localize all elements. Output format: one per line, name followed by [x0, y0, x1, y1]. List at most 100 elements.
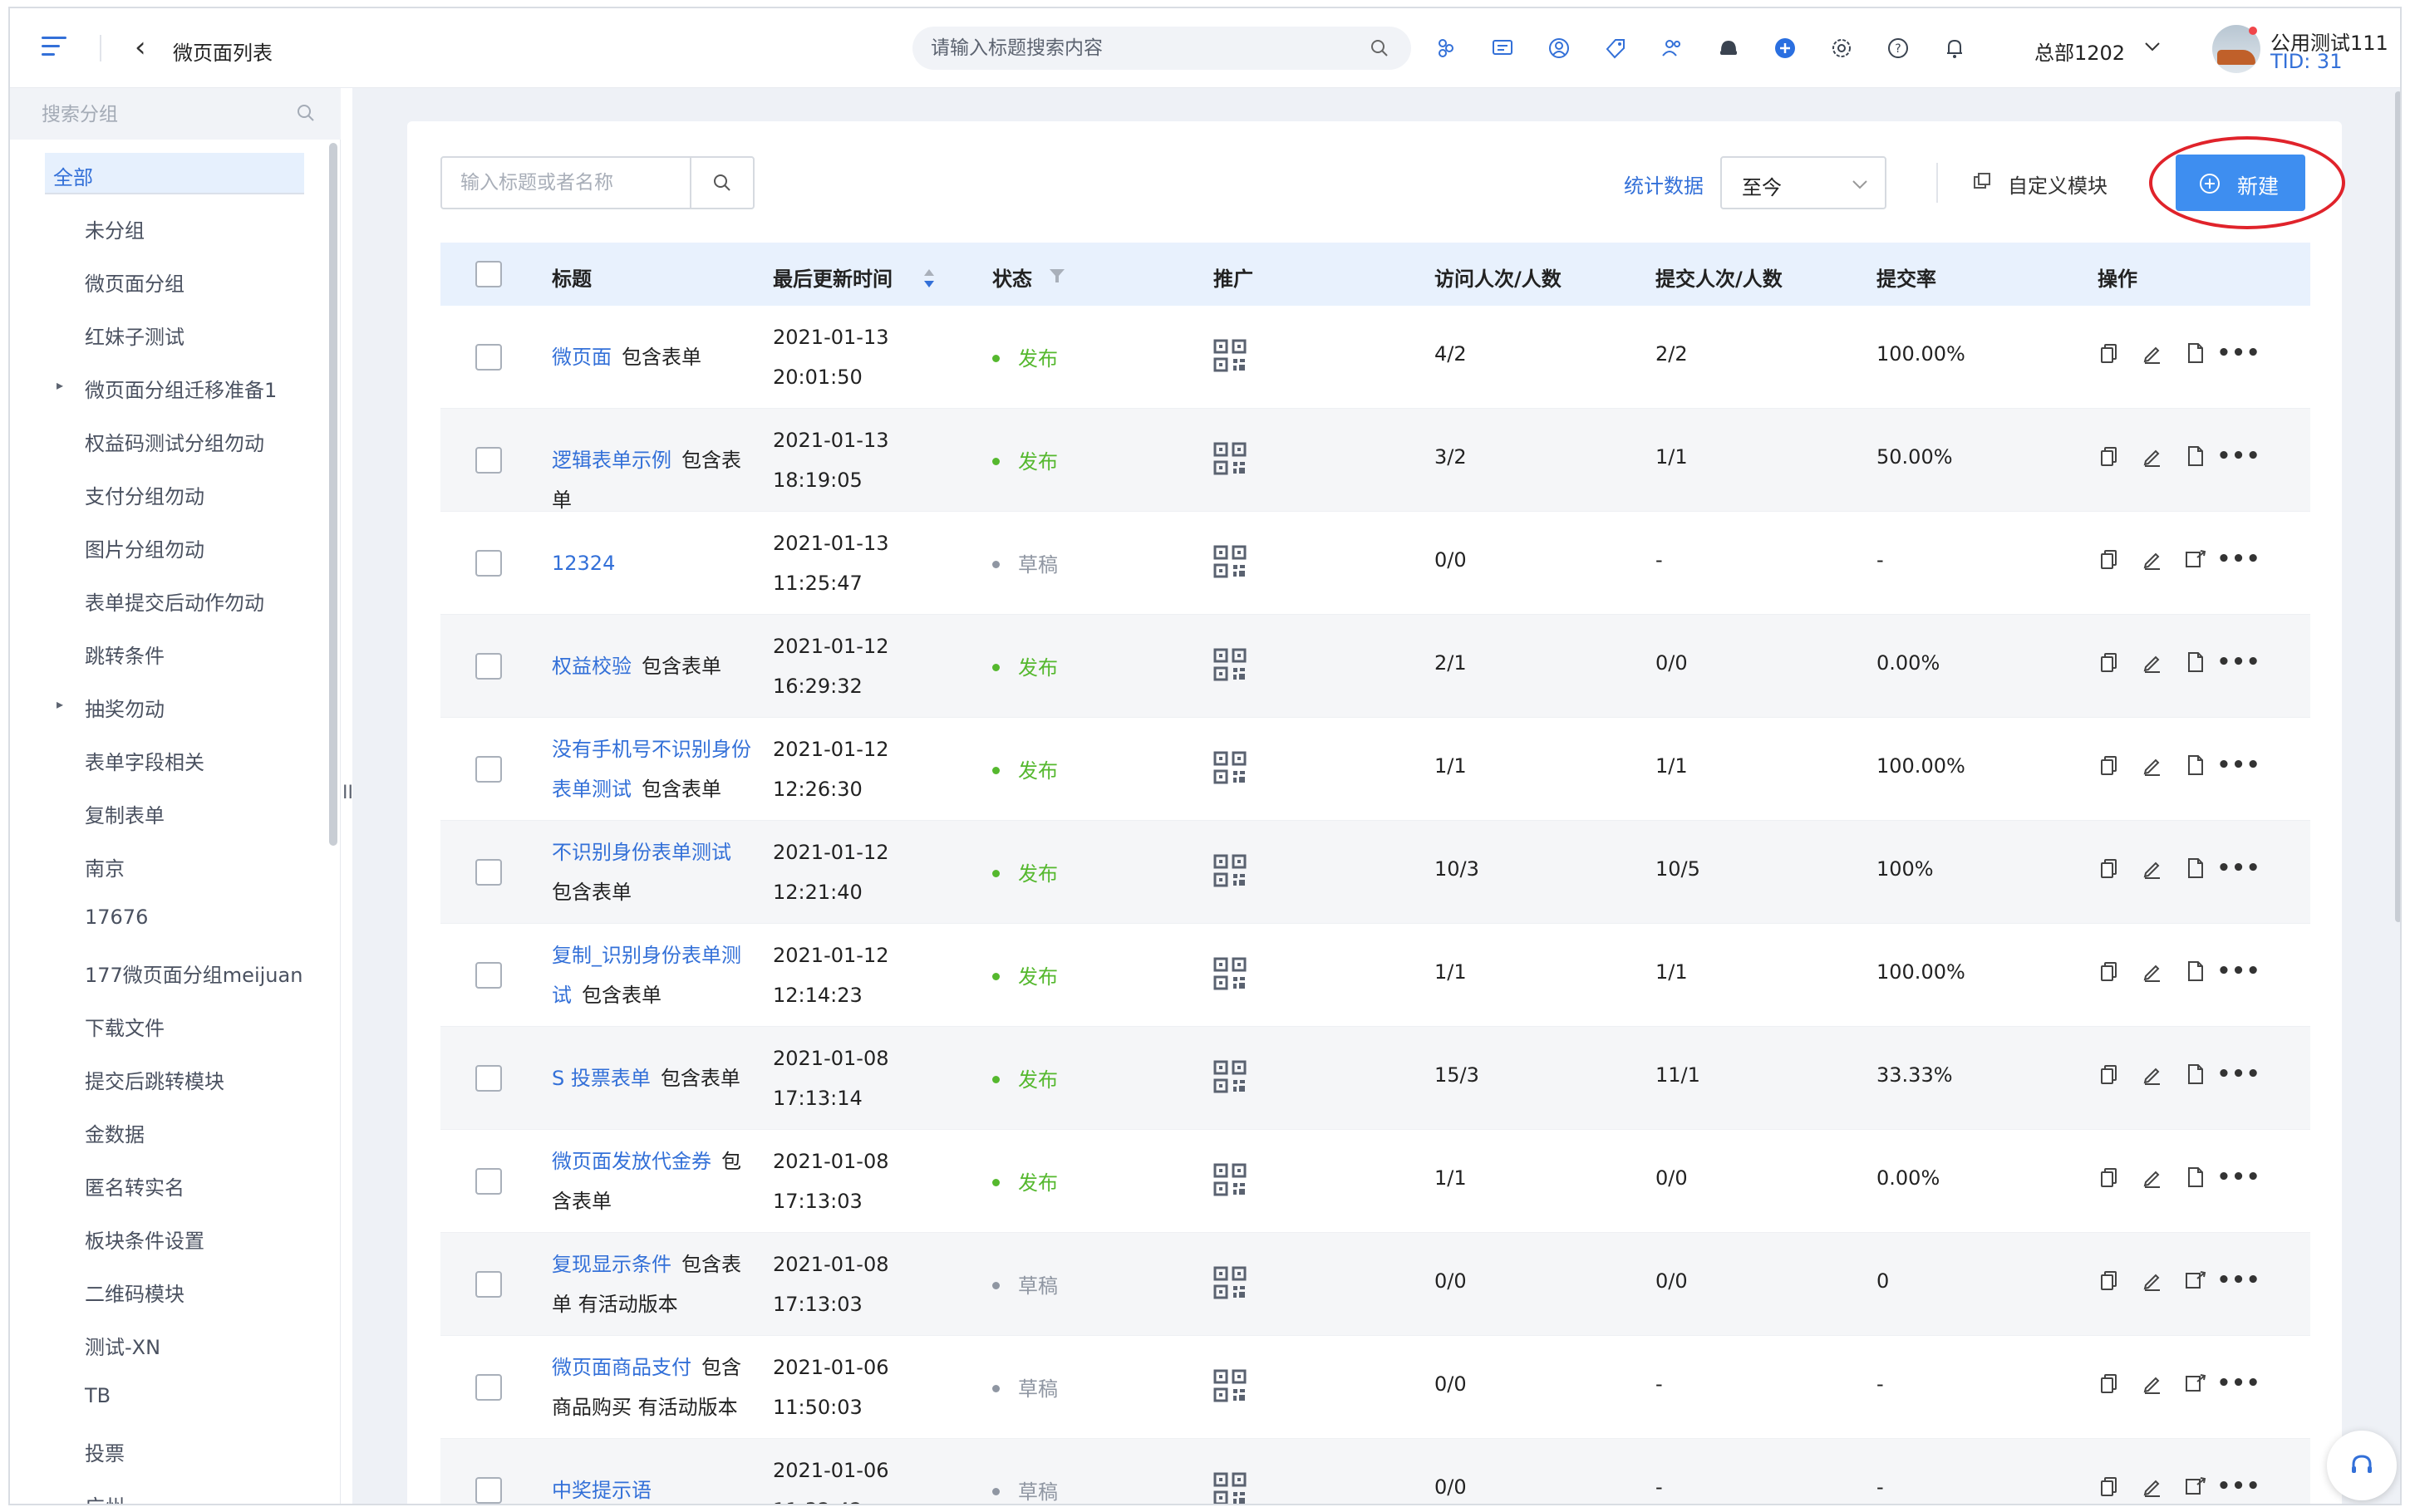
copy-icon[interactable] [2098, 753, 2121, 778]
search-button[interactable] [690, 158, 753, 208]
qr-code-icon[interactable] [1213, 1163, 1247, 1200]
sidebar-item[interactable]: 表单字段相关 [10, 733, 334, 786]
group-search-input[interactable] [42, 101, 291, 128]
copy-icon[interactable] [2098, 1268, 2121, 1293]
more-icon[interactable]: ••• [2217, 1371, 2260, 1396]
row-checkbox[interactable] [475, 1168, 502, 1195]
page-name-link[interactable]: 微页面商品支付 [552, 1356, 691, 1379]
menu-toggle-icon[interactable] [42, 37, 66, 58]
custom-module-button[interactable]: 自定义模块 [1971, 169, 2108, 199]
col-updated[interactable]: 最后更新时间 [773, 263, 893, 292]
page-name-link[interactable]: 中奖提示语 [552, 1479, 652, 1502]
document-icon[interactable] [2184, 856, 2207, 881]
page-name-link[interactable]: 微页面 [552, 346, 612, 369]
sidebar-item[interactable]: 17676 [10, 892, 334, 945]
copy-icon[interactable] [2098, 650, 2121, 675]
page-name-link[interactable]: 复现显示条件 [552, 1253, 671, 1276]
more-icon[interactable]: ••• [2217, 753, 2260, 778]
document-icon[interactable] [2184, 1165, 2207, 1190]
search-icon[interactable] [1370, 38, 1389, 61]
sidebar-item[interactable]: 红妹子测试 [10, 307, 334, 361]
edit-icon[interactable] [2141, 753, 2164, 778]
more-icon[interactable]: ••• [2217, 1165, 2260, 1190]
bell-icon[interactable] [1940, 33, 1970, 63]
row-checkbox[interactable] [475, 447, 502, 474]
edit-icon[interactable] [2141, 1268, 2164, 1293]
row-checkbox[interactable] [475, 1477, 502, 1504]
title-search-input[interactable] [460, 169, 643, 196]
sort-icon[interactable] [921, 266, 937, 291]
row-checkbox[interactable] [475, 859, 502, 886]
qr-code-icon[interactable] [1213, 1369, 1247, 1406]
edit-icon[interactable] [2141, 1371, 2164, 1396]
row-checkbox[interactable] [475, 1065, 502, 1092]
connections-icon[interactable] [1431, 33, 1461, 63]
sidebar-item-all[interactable]: 全部 [45, 153, 304, 194]
copy-icon[interactable] [2098, 1371, 2121, 1396]
copy-icon[interactable] [2098, 856, 2121, 881]
sidebar-item[interactable]: 提交后跳转模块 [10, 1052, 334, 1105]
row-checkbox[interactable] [475, 1374, 502, 1401]
qr-code-icon[interactable] [1213, 339, 1247, 376]
edit-icon[interactable] [2141, 444, 2164, 469]
sidebar-item[interactable]: 金数据 [10, 1105, 334, 1158]
sidebar-scrollbar[interactable] [329, 143, 337, 846]
global-search-input[interactable] [931, 35, 1330, 61]
sidebar-item[interactable]: 表单提交后动作勿动 [10, 573, 334, 626]
caret-right-icon[interactable]: ▸ [57, 377, 63, 393]
page-name-link[interactable]: 不识别身份表单测试 [552, 841, 731, 864]
sidebar-item[interactable]: 跳转条件 [10, 626, 334, 680]
copy-icon[interactable] [2098, 444, 2121, 469]
more-icon[interactable]: ••• [2217, 1268, 2260, 1293]
caret-right-icon[interactable]: ▸ [57, 696, 63, 712]
user-circle-icon[interactable] [1544, 33, 1574, 63]
page-scrollbar[interactable] [2395, 91, 2400, 922]
sidebar-item[interactable]: 匿名转实名 [10, 1158, 334, 1211]
share-icon[interactable] [2184, 1474, 2207, 1499]
edit-icon[interactable] [2141, 650, 2164, 675]
document-icon[interactable] [2184, 959, 2207, 984]
more-icon[interactable]: ••• [2217, 650, 2260, 675]
sidebar-item[interactable]: 复制表单 [10, 786, 334, 839]
document-icon[interactable] [2184, 753, 2207, 778]
sidebar-item[interactable]: 下载文件 [10, 999, 334, 1052]
share-icon[interactable] [2184, 1371, 2207, 1396]
sidebar-item[interactable]: 南京 [10, 839, 334, 892]
edit-icon[interactable] [2141, 1165, 2164, 1190]
qr-code-icon[interactable] [1213, 1060, 1247, 1097]
qr-code-icon[interactable] [1213, 854, 1247, 891]
back-arrow-icon[interactable]: ‹ [135, 33, 146, 61]
search-icon[interactable] [296, 103, 316, 126]
more-icon[interactable]: ••• [2217, 1474, 2260, 1499]
edit-icon[interactable] [2141, 547, 2164, 572]
qr-code-icon[interactable] [1213, 957, 1247, 994]
service-icon[interactable] [1714, 33, 1744, 63]
copy-icon[interactable] [2098, 1474, 2121, 1499]
row-checkbox[interactable] [475, 344, 502, 371]
stat-range-select[interactable]: 至今 [1720, 156, 1886, 209]
page-name-link[interactable]: 逻辑表单示例 [552, 449, 671, 472]
qr-code-icon[interactable] [1213, 1266, 1247, 1303]
sidebar-item[interactable]: 测试-XN [10, 1318, 334, 1371]
chevron-down-icon[interactable] [2142, 38, 2162, 58]
sidebar-item[interactable]: 投票 [10, 1424, 334, 1477]
edit-icon[interactable] [2141, 341, 2164, 366]
row-checkbox[interactable] [475, 962, 502, 989]
qr-code-icon[interactable] [1213, 545, 1247, 582]
sidebar-item[interactable]: TB [10, 1371, 334, 1424]
document-icon[interactable] [2184, 444, 2207, 469]
add-circle-icon[interactable] [1770, 33, 1800, 63]
share-icon[interactable] [2184, 547, 2207, 572]
sidebar-item[interactable]: 广州 [10, 1477, 334, 1504]
org-switcher[interactable]: 总部1202 [2034, 37, 2125, 66]
qr-code-icon[interactable] [1213, 648, 1247, 685]
sidebar-item[interactable]: 177微页面分组meijuan [10, 945, 334, 999]
sidebar-item[interactable]: ▸ 微页面分组迁移准备1 [10, 361, 334, 414]
page-name-link[interactable]: 12324 [552, 552, 615, 575]
tag-icon[interactable] [1601, 33, 1630, 63]
more-icon[interactable]: ••• [2217, 856, 2260, 881]
edit-icon[interactable] [2141, 1062, 2164, 1087]
edit-icon[interactable] [2141, 959, 2164, 984]
sidebar-item[interactable]: 权益码测试分组勿动 [10, 414, 334, 467]
more-icon[interactable]: ••• [2217, 444, 2260, 469]
